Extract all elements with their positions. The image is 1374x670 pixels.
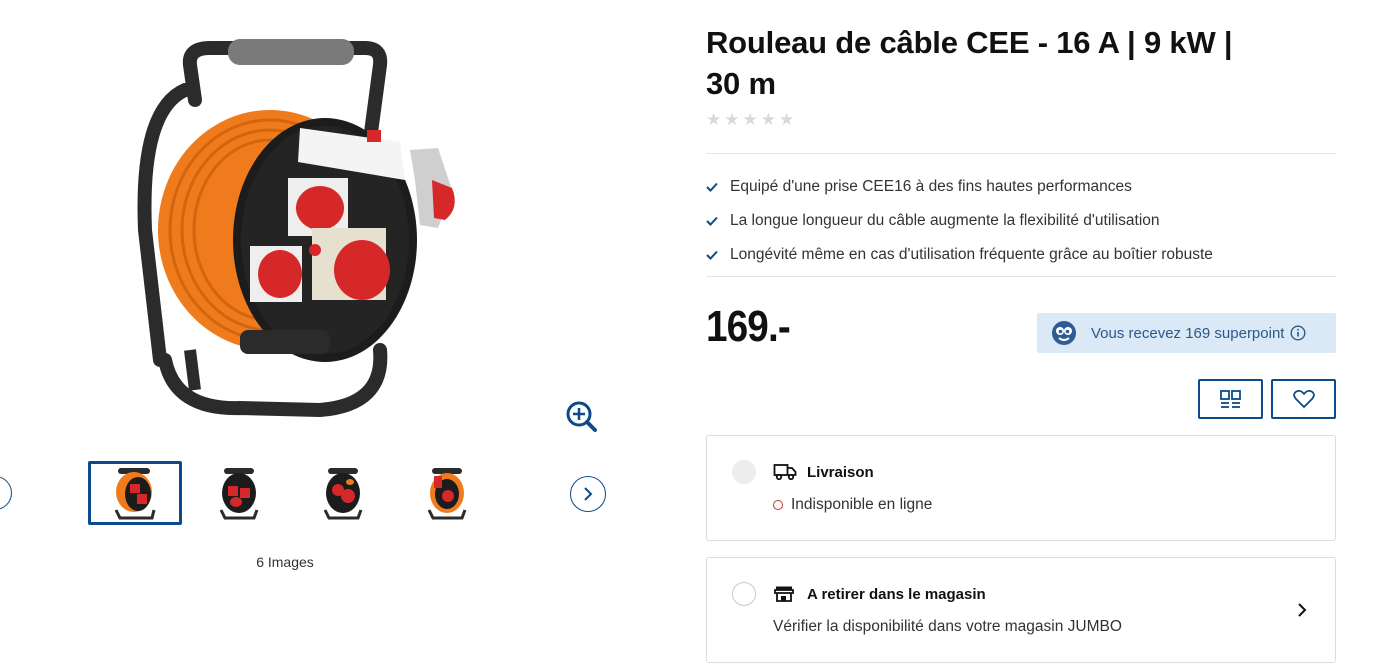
feature-item: La longue longueur du câble augmente la …	[706, 204, 1213, 238]
feature-item: Longévité même en cas d'utilisation fréq…	[706, 238, 1213, 272]
superpoints-label: Vous recevez 169 superpoint	[1091, 324, 1285, 342]
zoom-button[interactable]	[562, 398, 602, 438]
delivery-option-card[interactable]: Livraison Indisponible en ligne	[706, 435, 1336, 541]
thumbnail-2[interactable]	[192, 461, 286, 525]
delivery-radio[interactable]	[732, 460, 756, 484]
product-title-line2: 30 m	[706, 66, 776, 101]
feature-text: Longévité même en cas d'utilisation fréq…	[730, 246, 1213, 263]
thumbnail-4[interactable]	[400, 461, 494, 525]
pickup-title-text: A retirer dans le magasin	[807, 585, 986, 603]
delivery-status: Indisponible en ligne	[773, 496, 932, 514]
feature-text: Equipé d'une prise CEE16 à des fins haut…	[730, 178, 1132, 195]
product-title: Rouleau de câble CEE - 16 A | 9 kW | 30 …	[706, 22, 1306, 104]
star-icon: ★	[760, 110, 776, 129]
check-icon	[706, 182, 730, 192]
chevron-right-icon[interactable]	[1295, 602, 1309, 618]
feature-list: Equipé d'une prise CEE16 à des fins haut…	[706, 170, 1213, 272]
product-title-line1: Rouleau de câble CEE - 16 A | 9 kW |	[706, 25, 1233, 60]
compare-button[interactable]	[1198, 379, 1263, 419]
compare-icon	[1219, 390, 1241, 408]
pickup-option-card[interactable]: A retirer dans le magasin Vérifier la di…	[706, 557, 1336, 663]
store-icon	[773, 584, 797, 604]
thumbnail-1[interactable]	[88, 461, 182, 525]
price: 169.-	[706, 302, 791, 351]
wishlist-button[interactable]	[1271, 379, 1336, 419]
delivery-status-text: Indisponible en ligne	[791, 496, 933, 513]
divider	[706, 276, 1336, 277]
gallery-prev-button[interactable]	[0, 476, 12, 510]
product-main-image[interactable]	[120, 30, 460, 430]
star-icon: ★	[742, 110, 758, 129]
check-icon	[706, 216, 730, 226]
superpoints-banner[interactable]: Vous recevez 169 superpoint	[1037, 313, 1336, 353]
unavailable-dot-icon	[773, 500, 783, 510]
superpoints-logo-icon	[1052, 321, 1076, 345]
image-count: 6 Images	[256, 554, 314, 570]
delivery-title: Livraison	[773, 462, 874, 482]
pickup-radio[interactable]	[732, 582, 756, 606]
chevron-right-icon	[584, 487, 593, 501]
heart-icon	[1292, 390, 1315, 408]
rating-stars[interactable]: ★ ★ ★ ★ ★	[706, 110, 794, 130]
pickup-subtitle: Vérifier la disponibilité dans votre mag…	[773, 618, 1122, 635]
star-icon: ★	[724, 110, 740, 129]
feature-text: La longue longueur du câble augmente la …	[730, 212, 1160, 229]
info-icon[interactable]	[1290, 325, 1306, 341]
gallery-next-button[interactable]	[570, 476, 606, 512]
truck-icon	[773, 462, 797, 482]
check-icon	[706, 250, 730, 260]
feature-item: Equipé d'une prise CEE16 à des fins haut…	[706, 170, 1213, 204]
thumbnail-3[interactable]	[296, 461, 390, 525]
star-icon: ★	[706, 110, 722, 129]
pickup-title: A retirer dans le magasin	[773, 584, 986, 604]
star-icon: ★	[779, 110, 795, 129]
delivery-title-text: Livraison	[807, 463, 874, 481]
divider	[706, 153, 1336, 154]
zoom-in-icon	[566, 401, 597, 432]
